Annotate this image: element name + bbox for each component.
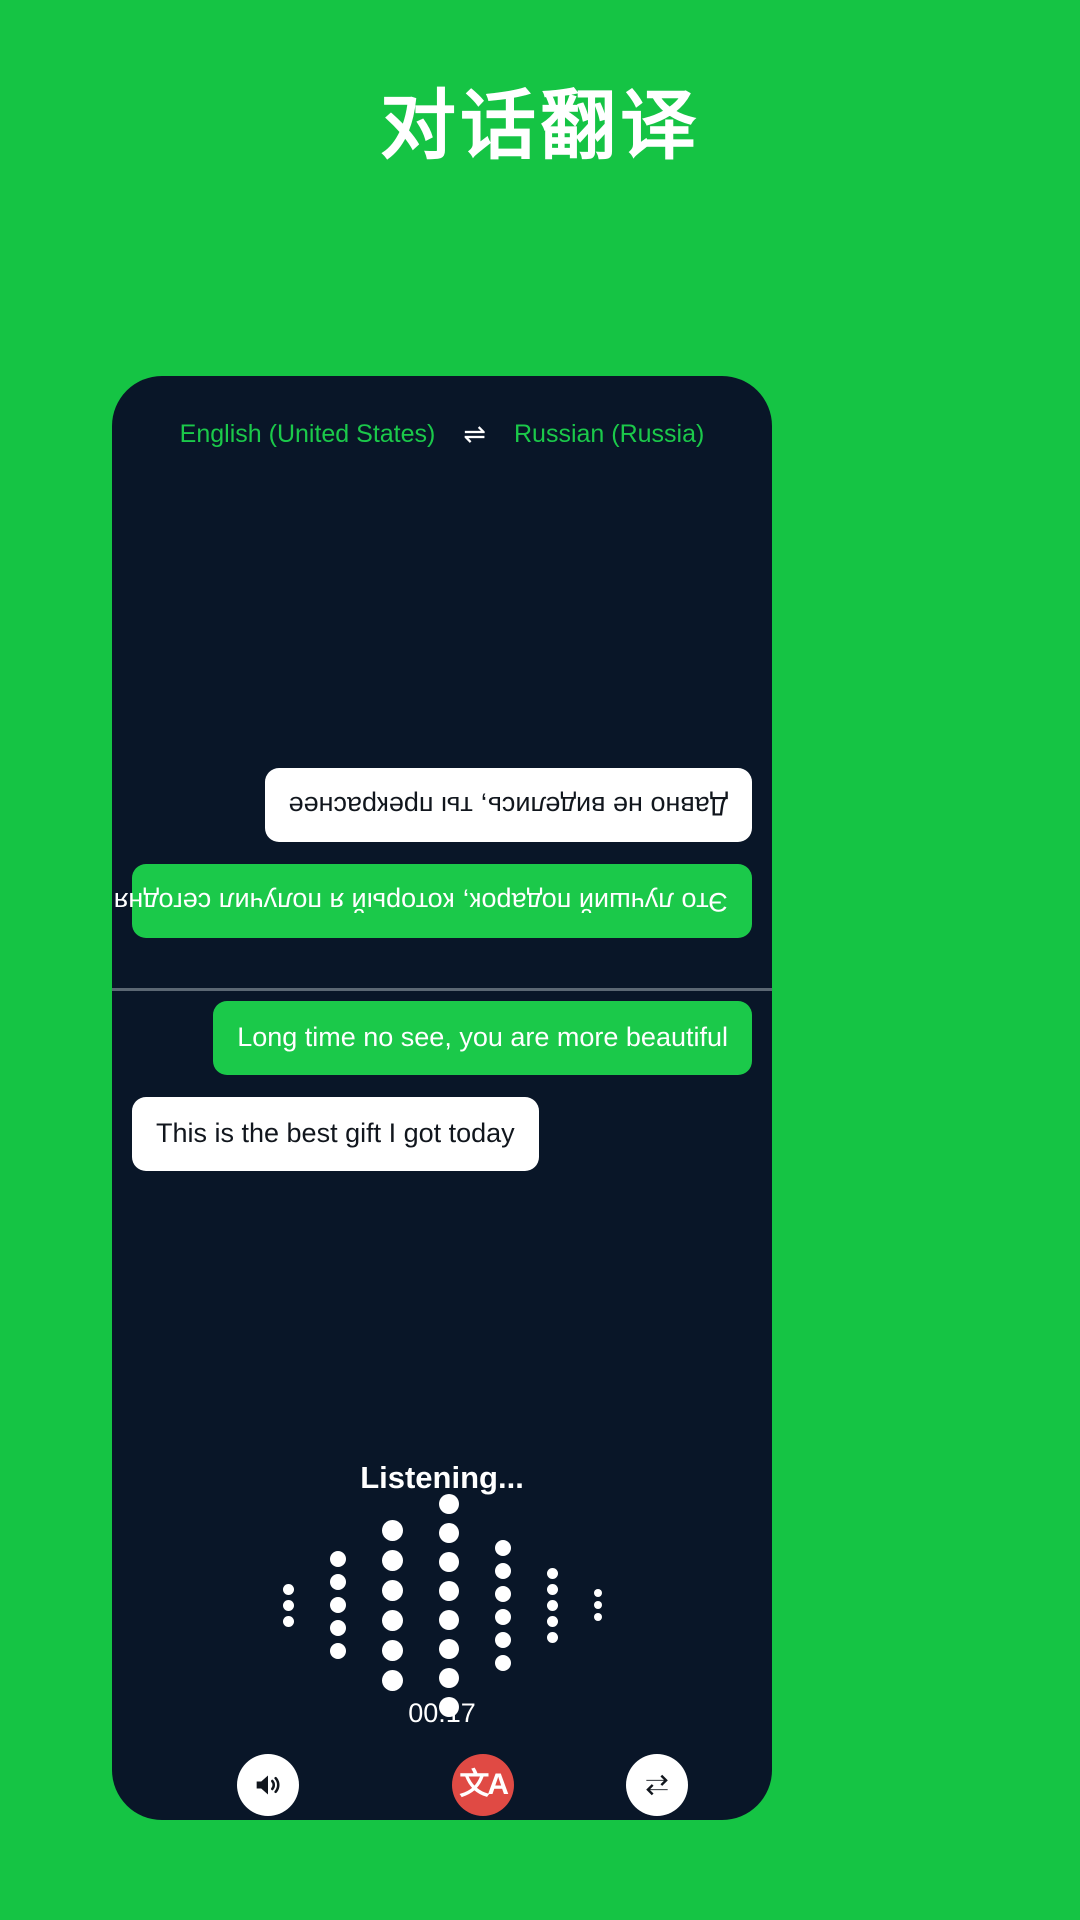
waveform-dot: [282, 1583, 294, 1595]
waveform-dot: [546, 1567, 558, 1579]
waveform-dot: [593, 1613, 602, 1621]
toggle-control[interactable]: Toggle: [619, 1754, 696, 1820]
waveform-dot: [438, 1580, 459, 1601]
message-row: Это лучший подарок, который я получил се…: [114, 864, 752, 938]
message-row: Давно не виделись, ты прекраснее: [132, 768, 752, 843]
waveform-dot: [329, 1574, 346, 1590]
waveform-dot: [438, 1493, 459, 1514]
chat-bubble-local-translated[interactable]: Long time no see, you are more beautiful: [213, 1001, 752, 1075]
waveform-dot: [329, 1551, 346, 1567]
waveform-column: [329, 1551, 346, 1659]
waveform-column: [494, 1539, 511, 1671]
waveform-dot: [494, 1654, 511, 1671]
waveform-dot: [494, 1562, 511, 1579]
waveform-dot: [329, 1620, 346, 1636]
chat-bubble-remote-translated[interactable]: Это лучший подарок, который я получил се…: [114, 864, 752, 938]
toggle-swap-icon[interactable]: [626, 1754, 689, 1816]
waveform-column: [438, 1493, 459, 1717]
quit-control[interactable]: 文A Quit: [452, 1754, 515, 1820]
page-title: 对话翻译: [380, 84, 700, 169]
chat-bubble-remote-source[interactable]: Давно не виделись, ты прекраснее: [264, 768, 752, 843]
waveform-dot: [494, 1631, 511, 1648]
waveform-dot: [438, 1667, 459, 1688]
waveform-dot: [546, 1583, 558, 1595]
waveform-dot: [381, 1669, 403, 1691]
waveform-column: [593, 1589, 602, 1621]
phone-mockup-card: English (United States) ⇌ Russian (Russi…: [112, 376, 772, 1820]
waveform-dot: [494, 1608, 511, 1625]
waveform-dot: [494, 1585, 511, 1602]
waveform-dot: [381, 1579, 403, 1601]
waveform-dot: [329, 1643, 346, 1659]
listening-status-label: Listening...: [360, 1460, 524, 1495]
waveform-column: [381, 1519, 403, 1691]
speaker-control[interactable]: Speaker is on: [188, 1754, 347, 1820]
waveform-dot: [546, 1615, 558, 1627]
remote-conversation-pane: Это лучший подарок, который я получил се…: [112, 376, 772, 988]
translate-glyph: 文A: [459, 1768, 509, 1801]
waveform-dot: [282, 1615, 294, 1627]
waveform-column: [546, 1567, 558, 1643]
waveform-dot: [593, 1601, 602, 1609]
waveform-dot: [438, 1609, 459, 1630]
pane-divider: [112, 988, 772, 991]
recording-timer: 00:17: [408, 1698, 476, 1728]
audio-waveform-visualizer: [112, 1493, 772, 1717]
waveform-dot: [546, 1631, 558, 1643]
waveform-dot: [438, 1551, 459, 1572]
waveform-dot: [381, 1519, 403, 1541]
local-conversation-pane: Long time no see, you are more beautiful…: [132, 1001, 752, 1171]
bottom-controls: Speaker is on 文A Quit Toggle: [112, 1754, 772, 1820]
translate-icon[interactable]: 文A: [452, 1754, 515, 1816]
waveform-dot: [546, 1599, 558, 1611]
speaker-on-icon[interactable]: [236, 1754, 299, 1816]
waveform-dot: [494, 1539, 511, 1556]
waveform-dot: [593, 1589, 602, 1597]
message-row: This is the best gift I got today: [132, 1096, 752, 1171]
waveform-dot: [438, 1522, 459, 1543]
waveform-dot: [438, 1638, 459, 1659]
waveform-dot: [329, 1597, 346, 1613]
waveform-dot: [381, 1609, 403, 1631]
waveform-dot: [282, 1599, 294, 1611]
waveform-dot: [381, 1639, 403, 1661]
waveform-column: [282, 1583, 294, 1627]
chat-bubble-local-source[interactable]: This is the best gift I got today: [132, 1096, 539, 1171]
message-row: Long time no see, you are more beautiful: [132, 1001, 752, 1075]
waveform-dot: [381, 1549, 403, 1571]
